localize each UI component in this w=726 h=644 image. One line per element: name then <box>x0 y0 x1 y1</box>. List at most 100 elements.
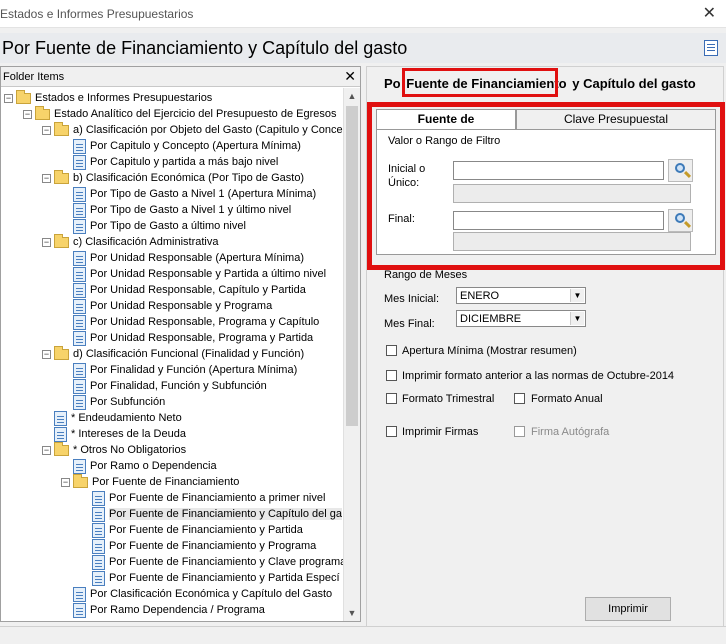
collapse-icon[interactable]: − <box>42 237 51 247</box>
rango-meses-label: Rango de Meses <box>384 269 468 281</box>
report-options-panel: Po Fuente de Financiamiento y Capítulo d… <box>366 66 725 638</box>
folder-tree: − Estados e Informes Presupuestarios − Esta… <box>1 88 343 621</box>
tree-node[interactable]: Por Fuente de Financiamiento y Programa <box>92 538 316 554</box>
document-icon <box>54 426 67 442</box>
tree-node[interactable]: − d) Clasificación Funcional (Finalidad y… <box>42 345 304 362</box>
tree-node[interactable]: − Estado Analítico del Ejercicio del Pres… <box>23 105 337 122</box>
tree-node[interactable]: Por Finalidad, Función y Subfunción <box>73 378 267 394</box>
tree-node-label: Por Fuente de Financiamiento <box>92 476 240 489</box>
document-icon <box>92 522 105 538</box>
folder-icon <box>73 473 88 488</box>
tree-node[interactable]: − a) Clasificación por Objeto del Gasto (… <box>42 121 343 138</box>
scroll-up-icon[interactable]: ▲ <box>344 88 360 104</box>
tree-node-label: Estados e Informes Presupuestarios <box>35 92 213 105</box>
collapse-icon[interactable]: − <box>42 173 51 183</box>
tree-node-label: Por Capitulo y partida a más bajo nivel <box>90 156 279 169</box>
tree-node[interactable]: Por Fuente de Financiamiento y Clave pro… <box>92 554 343 570</box>
tree-node[interactable]: − Estados e Informes Presupuestarios <box>4 89 213 106</box>
folder-pane-label: Folder Items <box>3 71 65 83</box>
page-header: Por Fuente de Financiamiento y Capítulo … <box>0 33 726 63</box>
tree-node-label: * Intereses de la Deuda <box>71 428 186 441</box>
print-button[interactable]: Imprimir <box>585 597 671 621</box>
folder-icon <box>54 233 69 248</box>
tree-node-label: Por Fuente de Financiamiento y Partida E… <box>109 572 340 585</box>
tree-node-label: Por Unidad Responsable (Apertura Mínima) <box>90 252 304 265</box>
tree-node[interactable]: − Por Fuente de Financiamiento <box>61 473 240 490</box>
tree-node[interactable]: − * Otros No Obligatorios <box>42 441 186 458</box>
tree-node[interactable]: Por Subfunción <box>73 394 165 410</box>
tree-node[interactable]: Por Fuente de Financiamiento y Partida E… <box>92 570 340 586</box>
anual-checkbox[interactable] <box>514 393 525 404</box>
tree-node[interactable]: Por Tipo de Gasto a Nivel 1 y último niv… <box>73 202 291 218</box>
tree-node[interactable]: Por Unidad Responsable (Apertura Mínima) <box>73 250 304 266</box>
collapse-icon[interactable]: − <box>42 349 51 359</box>
tree-node-label: b) Clasificación Económica (Por Tipo de … <box>73 172 305 185</box>
close-icon[interactable]: ✕ <box>344 68 356 85</box>
tree-node-label: Por Ramo o Dependencia <box>90 460 217 473</box>
tree-node[interactable]: Por Fuente de Financiamiento y Partida <box>92 522 303 538</box>
tree-node[interactable]: Por Ramo Dependencia / Programa <box>73 602 265 618</box>
collapse-icon[interactable]: − <box>42 125 51 135</box>
tree-node[interactable]: Por Unidad Responsable, Programa y Capít… <box>73 314 319 330</box>
tree-scrollbar[interactable]: ▲ ▼ <box>343 88 360 621</box>
apertura-label: Apertura Mínima (Mostrar resumen) <box>402 345 577 357</box>
tree-node[interactable]: Por Tipo de Gasto a último nivel <box>73 218 246 234</box>
highlight-box-filters <box>367 102 725 270</box>
window-titlebar: Estados e Informes Presupuestarios ✕ <box>0 0 726 28</box>
tree-node[interactable]: − c) Clasificación Administrativa <box>42 233 219 250</box>
tree-node[interactable]: Por Ramo o Dependencia <box>73 458 217 474</box>
document-icon <box>73 298 86 314</box>
formato-anterior-checkbox[interactable] <box>386 370 397 381</box>
document-icon <box>92 490 105 506</box>
tree-node[interactable]: Por Capitulo y Concepto (Apertura Mínima… <box>73 138 301 154</box>
document-icon <box>73 378 86 394</box>
tree-node-label: Por Ramo Dependencia / Programa <box>90 604 265 617</box>
tree-node[interactable]: * Endeudamiento Neto <box>54 410 182 426</box>
collapse-icon[interactable]: − <box>42 445 51 455</box>
collapse-icon[interactable]: − <box>4 93 13 103</box>
tree-node-label: Por Fuente de Financiamiento a primer ni… <box>109 492 326 505</box>
autografa-label: Firma Autógrafa <box>531 426 610 438</box>
panel-title-prefix: Po <box>384 76 401 91</box>
tree-node[interactable]: Por Tipo de Gasto a Nivel 1 (Apertura Mí… <box>73 186 316 202</box>
collapse-icon[interactable]: − <box>61 477 70 487</box>
tree-node[interactable]: Por Unidad Responsable y Programa <box>73 298 272 314</box>
document-icon <box>54 410 67 426</box>
close-icon[interactable]: ✕ <box>703 3 716 23</box>
tree-node[interactable]: Por Finalidad y Función (Apertura Mínima… <box>73 362 297 378</box>
mes-final-select[interactable]: DICIEMBRE ▼ <box>456 310 586 327</box>
status-bar <box>0 626 726 640</box>
document-icon[interactable] <box>704 40 718 56</box>
scroll-thumb[interactable] <box>346 106 358 426</box>
chevron-down-icon[interactable]: ▼ <box>570 289 584 302</box>
tree-node[interactable]: Por Capitulo y partida a más bajo nivel <box>73 154 278 170</box>
collapse-icon[interactable]: − <box>23 109 32 119</box>
firmas-checkbox[interactable] <box>386 426 397 437</box>
trimestral-checkbox[interactable] <box>386 393 397 404</box>
folder-icon <box>54 121 69 136</box>
tree-node[interactable]: Por Fuente de Financiamiento y Capítulo … <box>92 506 342 522</box>
chevron-down-icon[interactable]: ▼ <box>570 312 584 325</box>
apertura-checkbox[interactable] <box>386 345 397 356</box>
tree-node[interactable]: Por Clasificación Económica y Capítulo d… <box>73 586 332 602</box>
mes-inicial-value: ENERO <box>460 290 500 302</box>
scroll-down-icon[interactable]: ▼ <box>344 605 360 621</box>
tree-node-label: c) Clasificación Administrativa <box>73 236 219 249</box>
tree-node[interactable]: Por Unidad Responsable, Programa y Parti… <box>73 330 313 346</box>
tree-node-label: Por Unidad Responsable y Programa <box>90 300 273 313</box>
tree-node[interactable]: Por Fuente de Financiamiento a primer ni… <box>92 490 325 506</box>
tree-node[interactable]: Por Unidad Responsable, Capítulo y Parti… <box>73 282 306 298</box>
document-icon <box>92 554 105 570</box>
tree-node-label: Por Tipo de Gasto a último nivel <box>90 220 246 233</box>
tree-node[interactable]: * Intereses de la Deuda <box>54 426 186 442</box>
tree-node[interactable]: − b) Clasificación Económica (Por Tipo de… <box>42 169 305 186</box>
document-icon <box>73 586 86 602</box>
mes-inicial-select[interactable]: ENERO ▼ <box>456 287 586 304</box>
tree-node[interactable]: Por Unidad Responsable y Partida a últim… <box>73 266 326 282</box>
document-icon <box>73 266 86 282</box>
document-icon <box>73 154 86 170</box>
document-icon <box>92 570 105 586</box>
document-icon <box>73 394 86 410</box>
trimestral-label: Formato Trimestral <box>402 393 495 405</box>
anual-label: Formato Anual <box>531 393 603 405</box>
